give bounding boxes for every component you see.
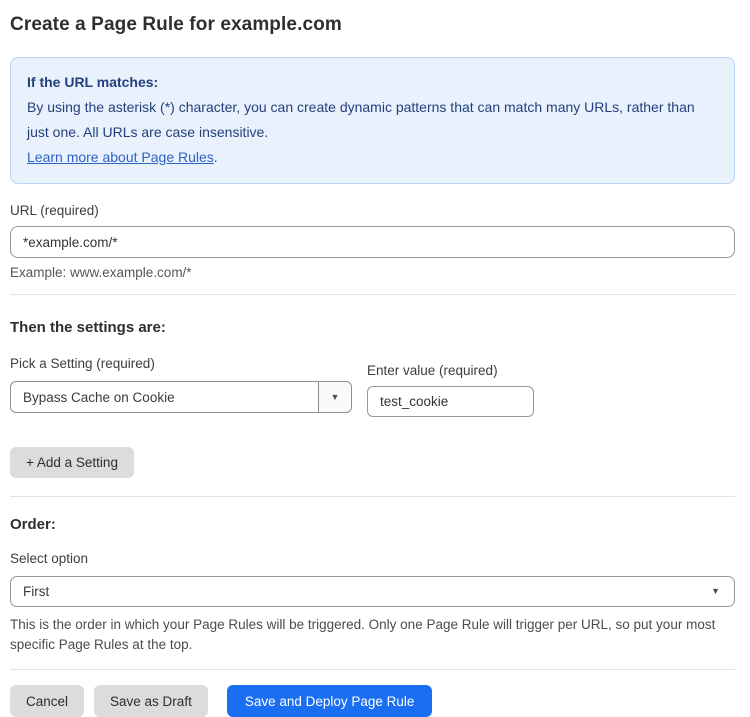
pick-setting-label: Pick a Setting (required) [10,356,352,371]
cancel-button[interactable]: Cancel [10,685,84,717]
separator [10,294,735,295]
order-selected-value: First [23,584,49,599]
save-and-deploy-button[interactable]: Save and Deploy Page Rule [227,685,433,717]
url-example-text: Example: www.example.com/* [10,265,735,280]
order-select[interactable]: First ▼ [10,576,735,607]
pick-setting-dropdown[interactable]: Bypass Cache on Cookie ▼ [10,381,352,413]
settings-section-heading: Then the settings are: [10,319,735,336]
url-input[interactable] [10,226,735,258]
chevron-down-icon: ▼ [331,393,340,402]
info-box-link-line: Learn more about Page Rules. [27,145,718,170]
info-box-heading: If the URL matches: [27,70,718,95]
create-page-rule-panel: Create a Page Rule for example.com If th… [0,0,750,717]
pick-setting-selected-value: Bypass Cache on Cookie [11,390,175,405]
footer-button-row: Cancel Save as Draft Save and Deploy Pag… [10,685,735,717]
separator [10,496,735,497]
pick-setting-column: Pick a Setting (required) Bypass Cache o… [10,356,352,413]
separator [10,669,735,670]
page-title: Create a Page Rule for example.com [10,14,735,36]
link-period: . [214,149,218,165]
info-box-body: By using the asterisk (*) character, you… [27,95,718,145]
enter-value-label: Enter value (required) [367,363,534,378]
learn-more-link[interactable]: Learn more about Page Rules [27,149,214,165]
enter-value-column: Enter value (required) [367,363,534,417]
url-field-label: URL (required) [10,203,735,218]
order-section-heading: Order: [10,516,735,533]
order-help-text: This is the order in which your Page Rul… [10,615,735,655]
chevron-down-icon: ▼ [711,587,720,596]
settings-row: Pick a Setting (required) Bypass Cache o… [10,356,735,417]
save-as-draft-button[interactable]: Save as Draft [94,685,208,717]
setting-value-input[interactable] [367,386,534,417]
dropdown-arrow-button[interactable]: ▼ [318,382,351,412]
select-option-label: Select option [10,551,735,566]
add-setting-button[interactable]: + Add a Setting [10,447,134,478]
url-matches-info-box: If the URL matches: By using the asteris… [10,57,735,184]
